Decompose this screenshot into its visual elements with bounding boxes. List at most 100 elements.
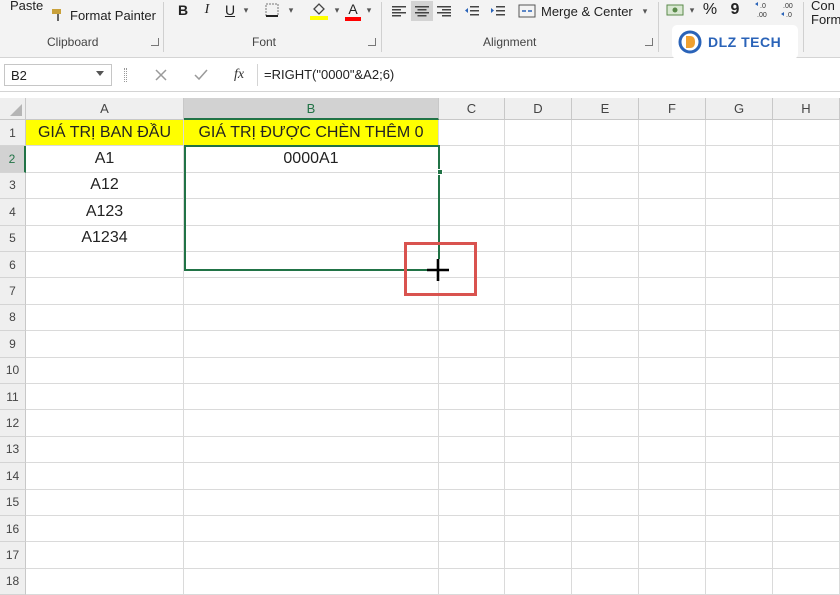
cell-b16[interactable] (184, 516, 439, 543)
decrease-decimal-button[interactable]: .00.0 (780, 0, 800, 20)
cell-h18[interactable] (773, 568, 840, 595)
cell-c3[interactable] (439, 172, 505, 200)
fill-color-dropdown-icon[interactable]: ▾ (332, 3, 342, 17)
cell-c10[interactable] (439, 357, 505, 384)
cell-c17[interactable] (439, 542, 505, 569)
cell-e1[interactable] (572, 120, 639, 147)
cell-e15[interactable] (572, 489, 639, 516)
merge-center-button[interactable]: Merge & Center ▾ (518, 1, 647, 21)
cell-g5[interactable] (706, 225, 773, 252)
cell-a12[interactable] (26, 410, 184, 437)
row-header-13[interactable]: 13 (0, 436, 26, 464)
cell-f16[interactable] (639, 516, 706, 543)
align-right-button[interactable] (434, 2, 454, 20)
cell-e10[interactable] (572, 357, 639, 384)
row-header-6[interactable]: 6 (0, 252, 26, 279)
row-header-11[interactable]: 11 (0, 384, 26, 411)
merge-dropdown-icon[interactable]: ▾ (643, 6, 648, 17)
cell-e18[interactable] (572, 568, 639, 595)
cell-c13[interactable] (439, 436, 505, 464)
cell-c4[interactable] (439, 199, 505, 226)
cell-g2[interactable] (706, 146, 773, 173)
cell-f8[interactable] (639, 304, 706, 332)
cell-e2[interactable] (572, 146, 639, 173)
cell-b6[interactable] (184, 252, 439, 279)
row-header-15[interactable]: 15 (0, 489, 26, 516)
cell-b3[interactable] (184, 172, 439, 200)
cell-a11[interactable] (26, 384, 184, 411)
cell-e9[interactable] (572, 331, 639, 358)
cell-f18[interactable] (639, 568, 706, 595)
row-header-3[interactable]: 3 (0, 172, 26, 200)
cell-b17[interactable] (184, 542, 439, 569)
cell-c16[interactable] (439, 516, 505, 543)
cell-g16[interactable] (706, 516, 773, 543)
cell-f17[interactable] (639, 542, 706, 569)
cell-d16[interactable] (505, 516, 572, 543)
cell-d17[interactable] (505, 542, 572, 569)
column-header-f[interactable]: F (639, 98, 706, 120)
cell-e14[interactable] (572, 463, 639, 490)
cell-c12[interactable] (439, 410, 505, 437)
formula-input[interactable]: =RIGHT("0000"&A2;6) (257, 64, 837, 86)
cell-b12[interactable] (184, 410, 439, 437)
cell-a5[interactable]: A1234 (26, 225, 184, 252)
cell-b10[interactable] (184, 357, 439, 384)
cell-a3[interactable]: A12 (26, 172, 184, 200)
cell-h14[interactable] (773, 463, 840, 490)
cell-c18[interactable] (439, 568, 505, 595)
alignment-launcher-icon[interactable] (645, 38, 653, 46)
cell-b4[interactable] (184, 199, 439, 226)
cell-c11[interactable] (439, 384, 505, 411)
cell-d3[interactable] (505, 172, 572, 200)
row-header-7[interactable]: 7 (0, 278, 26, 305)
column-header-a[interactable]: A (26, 98, 184, 120)
cell-d1[interactable] (505, 120, 572, 147)
cell-e5[interactable] (572, 225, 639, 252)
cell-a16[interactable] (26, 516, 184, 543)
cell-g3[interactable] (706, 172, 773, 200)
increase-decimal-button[interactable]: .0.00 (754, 0, 774, 20)
cell-d5[interactable] (505, 225, 572, 252)
font-color-button[interactable]: A (344, 0, 362, 22)
cell-h3[interactable] (773, 172, 840, 200)
row-header-4[interactable]: 4 (0, 199, 26, 226)
cell-e16[interactable] (572, 516, 639, 543)
cell-a10[interactable] (26, 357, 184, 384)
cell-f2[interactable] (639, 146, 706, 173)
cell-d8[interactable] (505, 304, 572, 332)
cell-a4[interactable]: A123 (26, 199, 184, 226)
cell-g6[interactable] (706, 252, 773, 279)
cell-g4[interactable] (706, 199, 773, 226)
cell-h6[interactable] (773, 252, 840, 279)
row-header-9[interactable]: 9 (0, 331, 26, 358)
cell-g14[interactable] (706, 463, 773, 490)
cell-e12[interactable] (572, 410, 639, 437)
cell-f15[interactable] (639, 489, 706, 516)
cell-c15[interactable] (439, 489, 505, 516)
cell-e11[interactable] (572, 384, 639, 411)
row-header-10[interactable]: 10 (0, 357, 26, 384)
cell-h1[interactable] (773, 120, 840, 147)
cell-b5[interactable] (184, 225, 439, 252)
cell-c1[interactable] (439, 120, 505, 147)
column-header-h[interactable]: H (773, 98, 840, 120)
increase-indent-button[interactable] (488, 2, 508, 20)
column-header-g[interactable]: G (706, 98, 773, 120)
row-header-5[interactable]: 5 (0, 225, 26, 252)
enter-button[interactable] (190, 64, 212, 86)
cell-e17[interactable] (572, 542, 639, 569)
cell-b7[interactable] (184, 278, 439, 305)
column-header-b[interactable]: B (184, 98, 439, 120)
select-all-button[interactable] (0, 98, 26, 120)
cell-d9[interactable] (505, 331, 572, 358)
cell-h12[interactable] (773, 410, 840, 437)
borders-dropdown-icon[interactable]: ▾ (286, 3, 296, 17)
cell-d2[interactable] (505, 146, 572, 173)
percent-style-button[interactable]: % (700, 0, 720, 20)
accounting-dropdown-icon[interactable]: ▾ (688, 3, 696, 17)
cell-h8[interactable] (773, 304, 840, 332)
cell-a7[interactable] (26, 278, 184, 305)
cell-f3[interactable] (639, 172, 706, 200)
cell-b1[interactable]: GIÁ TRỊ ĐƯỢC CHÈN THÊM 0 (184, 120, 439, 147)
